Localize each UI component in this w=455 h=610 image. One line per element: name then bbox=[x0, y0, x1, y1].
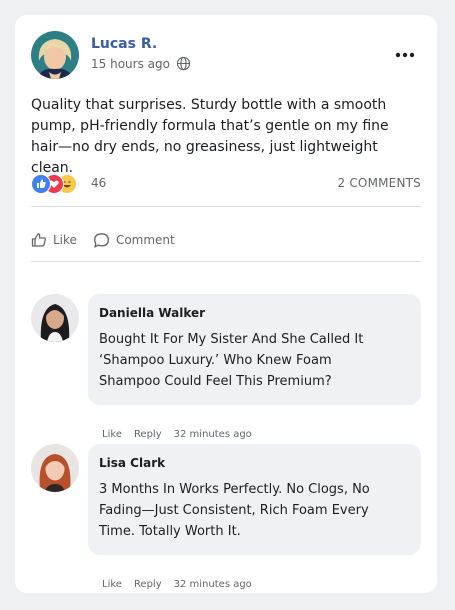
comment-like-button[interactable]: Like bbox=[102, 429, 122, 440]
comment-bubble: Lisa Clark 3 Months In Works Perfectly. … bbox=[88, 444, 421, 555]
commenter-avatar[interactable] bbox=[31, 294, 79, 342]
comment-item: Daniella Walker Bought It For My Sister … bbox=[31, 294, 421, 440]
comment-bubble: Daniella Walker Bought It For My Sister … bbox=[88, 294, 421, 405]
comment-reply-button[interactable]: Reply bbox=[134, 429, 162, 440]
reaction-count: 46 bbox=[91, 176, 107, 190]
post-text: Quality that surprises. Sturdy bottle wi… bbox=[31, 97, 389, 176]
comment-time: 32 minutes ago bbox=[173, 579, 252, 590]
comment-button[interactable]: Comment bbox=[93, 230, 175, 250]
comment-icon bbox=[93, 232, 110, 249]
comment-text: Bought It For My Sister And She Called I… bbox=[99, 332, 364, 389]
comment-actions: Like Reply 32 minutes ago bbox=[102, 579, 252, 590]
like-reaction-icon bbox=[31, 174, 51, 194]
commenter-avatar[interactable] bbox=[31, 444, 79, 492]
commenter-name[interactable]: Lisa Clark bbox=[99, 456, 165, 470]
globe-icon bbox=[176, 56, 191, 71]
author-avatar[interactable] bbox=[31, 31, 79, 79]
like-button[interactable]: Like bbox=[31, 230, 77, 250]
commenter-name[interactable]: Daniella Walker bbox=[99, 306, 205, 320]
comment-item: Lisa Clark 3 Months In Works Perfectly. … bbox=[31, 444, 421, 590]
post-actions: Like Comment bbox=[31, 230, 175, 250]
comment-label: Comment bbox=[115, 233, 175, 247]
comment-like-button[interactable]: Like bbox=[102, 579, 122, 590]
comment-reply-button[interactable]: Reply bbox=[134, 579, 162, 590]
divider bbox=[31, 206, 421, 207]
reaction-icons[interactable] bbox=[31, 173, 87, 195]
reactions-summary: 46 2 COMMENTS bbox=[31, 173, 421, 195]
more-options-icon[interactable] bbox=[393, 45, 417, 65]
author-name[interactable]: Lucas R. bbox=[91, 36, 157, 52]
post-header: Lucas R. 15 hours ago bbox=[31, 31, 421, 79]
thumbs-up-icon bbox=[31, 232, 47, 248]
comment-actions: Like Reply 32 minutes ago bbox=[102, 429, 252, 440]
post-card: Lucas R. 15 hours ago Quality that surpr… bbox=[15, 15, 437, 593]
comment-text: 3 Months In Works Perfectly. No Clogs, N… bbox=[99, 482, 370, 539]
post-time: 15 hours ago bbox=[91, 56, 170, 71]
post-meta: 15 hours ago bbox=[91, 56, 191, 71]
like-label: Like bbox=[53, 233, 77, 247]
comment-time: 32 minutes ago bbox=[173, 429, 252, 440]
divider bbox=[31, 261, 421, 262]
comments-count-link[interactable]: 2 COMMENTS bbox=[338, 176, 422, 190]
